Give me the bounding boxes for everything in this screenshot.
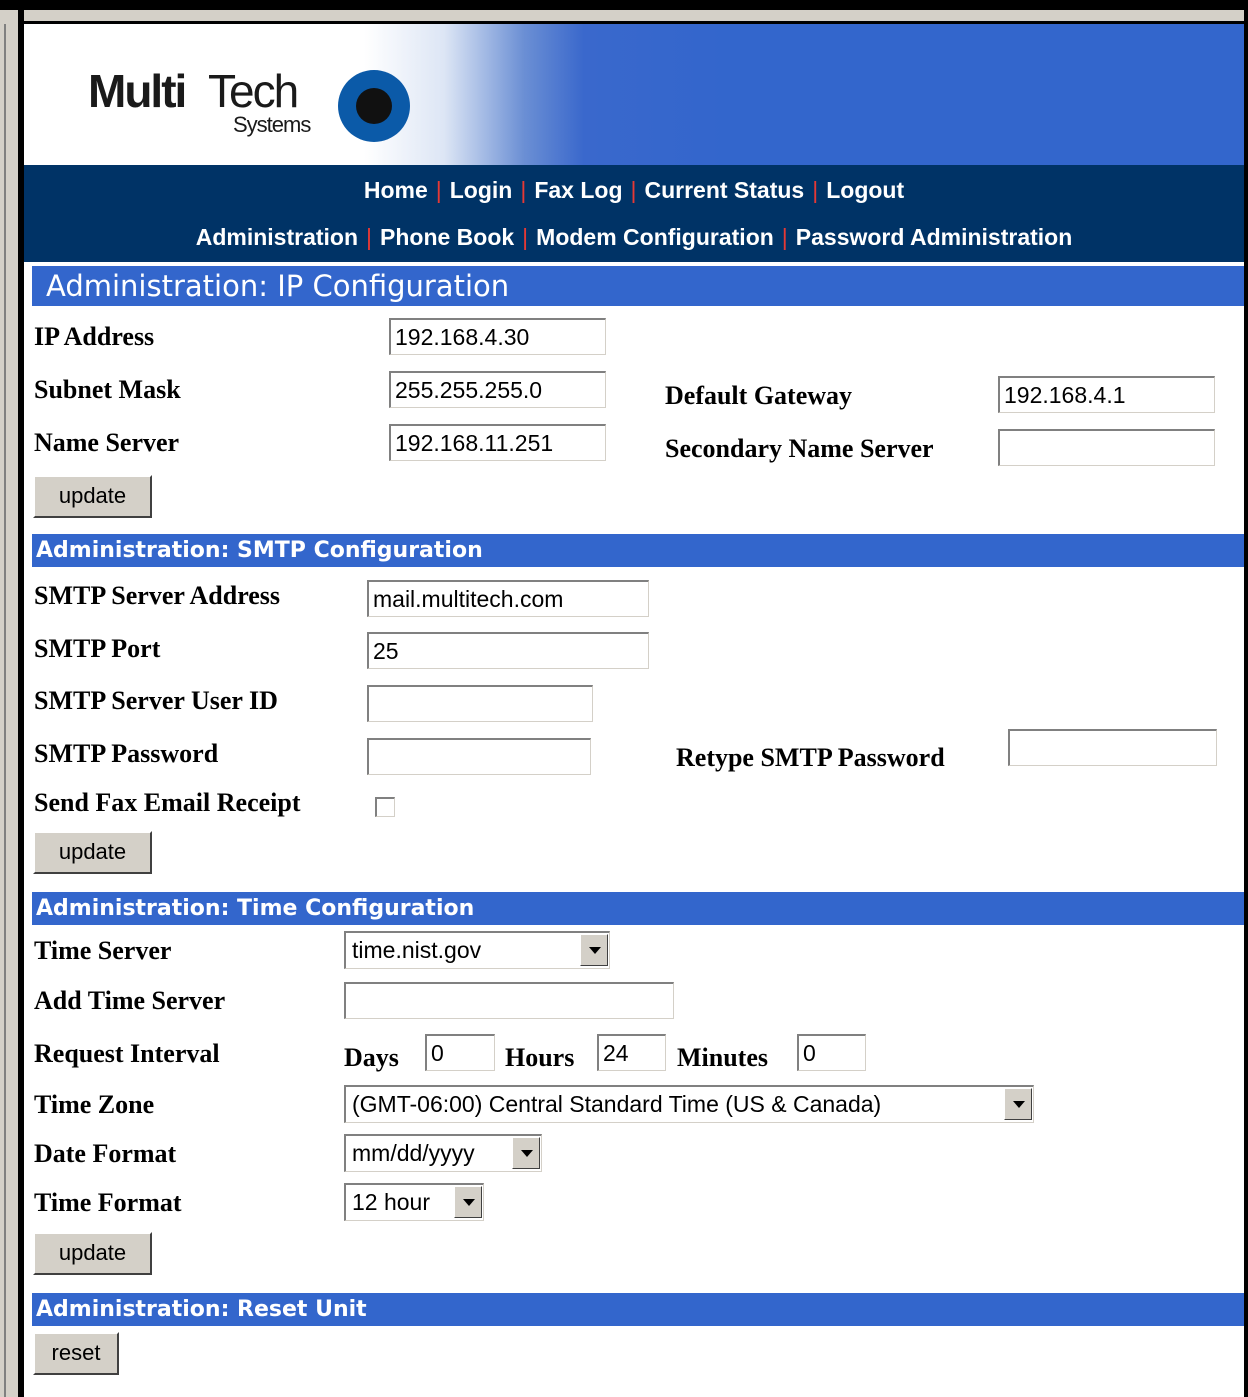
time-zone-label: Time Zone: [34, 1090, 155, 1119]
smtp-password-label: SMTP Password: [34, 739, 219, 768]
secondary-name-server-input[interactable]: [998, 429, 1215, 466]
send-fax-email-receipt-checkbox[interactable]: [375, 797, 395, 817]
send-fax-email-receipt-label: Send Fax Email Receipt: [34, 788, 301, 817]
smtp-user-id-label: SMTP Server User ID: [34, 686, 278, 715]
smtp-update-button[interactable]: update: [33, 831, 152, 874]
default-gateway-input[interactable]: 192.168.4.1: [998, 376, 1215, 413]
smtp-configuration-heading: Administration: SMTP Configuration: [32, 534, 1244, 567]
logo-systems-text: Systems: [233, 112, 311, 137]
time-zone-selected: (GMT-06:00) Central Standard Time (US & …: [352, 1091, 882, 1117]
add-time-server-label: Add Time Server: [34, 986, 226, 1015]
ip-address-label: IP Address: [34, 322, 155, 351]
window-frame-left-shadow: [4, 24, 6, 1397]
smtp-password-input[interactable]: [367, 738, 591, 775]
hours-label: Hours: [505, 1043, 575, 1072]
page-header: Multi Tech Systems: [24, 24, 1244, 165]
time-format-label: Time Format: [34, 1188, 182, 1217]
nav-row-secondary: Administration | Phone Book | Modem Configur…: [24, 224, 1244, 251]
secondary-name-server-label: Secondary Name Server: [665, 434, 934, 463]
chevron-down-icon[interactable]: [454, 1186, 482, 1218]
smtp-server-address-input[interactable]: mail.multitech.com: [367, 580, 649, 617]
name-server-input[interactable]: 192.168.11.251: [389, 424, 606, 461]
reset-unit-heading: Administration: Reset Unit: [32, 1293, 1244, 1326]
time-format-selected: 12 hour: [352, 1189, 431, 1215]
logo-circle-icon: [338, 70, 410, 142]
date-format-select[interactable]: mm/dd/yyyy: [344, 1134, 542, 1172]
nav-separator: |: [435, 177, 442, 203]
nav-separator: |: [630, 177, 637, 203]
logo-tech-text: Tech: [208, 65, 299, 117]
time-configuration-heading: Administration: Time Configuration: [32, 892, 1244, 925]
time-format-select[interactable]: 12 hour: [344, 1183, 484, 1221]
nav-separator: |: [812, 177, 819, 203]
chevron-down-icon[interactable]: [512, 1137, 540, 1169]
hours-input[interactable]: 24: [597, 1034, 666, 1071]
smtp-user-id-input[interactable]: [367, 685, 593, 722]
chevron-down-icon[interactable]: [580, 934, 608, 966]
name-server-label: Name Server: [34, 428, 180, 457]
days-input[interactable]: 0: [425, 1034, 495, 1071]
window-frame-right: [1244, 10, 1248, 1397]
subnet-mask-label: Subnet Mask: [34, 375, 181, 404]
nav-separator: |: [522, 224, 529, 250]
nav-link-administration[interactable]: Administration: [196, 224, 358, 250]
nav-link-current-status[interactable]: Current Status: [644, 177, 804, 203]
nav-link-home[interactable]: Home: [364, 177, 428, 203]
logo-multi-text: Multi: [88, 65, 187, 117]
retype-smtp-password-label: Retype SMTP Password: [676, 743, 945, 772]
ip-update-button[interactable]: update: [33, 475, 152, 518]
days-label: Days: [344, 1043, 399, 1072]
main-navigation: Home | Login | Fax Log | Current Status | Logout…: [24, 165, 1244, 262]
chevron-down-icon[interactable]: [1004, 1088, 1032, 1120]
nav-link-logout[interactable]: Logout: [826, 177, 904, 203]
nav-link-fax-log[interactable]: Fax Log: [534, 177, 622, 203]
minutes-label: Minutes: [677, 1043, 768, 1072]
retype-smtp-password-input[interactable]: [1008, 729, 1217, 766]
default-gateway-label: Default Gateway: [665, 381, 853, 410]
nav-separator: |: [781, 224, 788, 250]
nav-link-modem-configuration[interactable]: Modem Configuration: [536, 224, 774, 250]
window-frame-top-bar: [0, 10, 1248, 24]
time-update-button[interactable]: update: [33, 1232, 152, 1275]
ip-address-input[interactable]: 192.168.4.30: [389, 318, 606, 355]
reset-button[interactable]: reset: [33, 1332, 119, 1375]
nav-link-phone-book[interactable]: Phone Book: [380, 224, 514, 250]
window-frame-top: [0, 0, 1248, 10]
nav-link-password-administration[interactable]: Password Administration: [796, 224, 1072, 250]
nav-separator: |: [366, 224, 372, 250]
smtp-port-input[interactable]: 25: [367, 632, 649, 669]
ip-configuration-heading: Administration: IP Configuration: [32, 266, 1244, 306]
smtp-server-address-label: SMTP Server Address: [34, 581, 281, 610]
add-time-server-input[interactable]: [344, 982, 674, 1019]
date-format-selected: mm/dd/yyyy: [352, 1140, 475, 1166]
time-server-selected: time.nist.gov: [352, 937, 482, 963]
subnet-mask-input[interactable]: 255.255.255.0: [389, 371, 606, 408]
nav-separator: |: [520, 177, 527, 203]
minutes-input[interactable]: 0: [797, 1034, 866, 1071]
time-server-label: Time Server: [34, 936, 172, 965]
request-interval-label: Request Interval: [34, 1039, 220, 1068]
time-server-select[interactable]: time.nist.gov: [344, 931, 610, 969]
time-zone-select[interactable]: (GMT-06:00) Central Standard Time (US & …: [344, 1085, 1034, 1123]
nav-link-login[interactable]: Login: [450, 177, 513, 203]
nav-row-primary: Home | Login | Fax Log | Current Status | Logout: [24, 177, 1244, 204]
smtp-port-label: SMTP Port: [34, 634, 161, 663]
date-format-label: Date Format: [34, 1139, 177, 1168]
